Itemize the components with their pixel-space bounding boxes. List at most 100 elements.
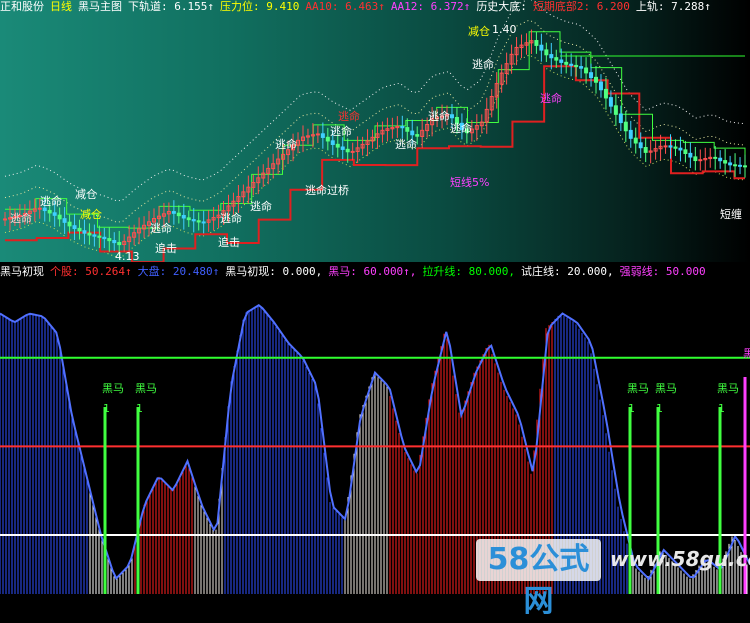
candle-body <box>405 127 410 132</box>
candle-body <box>569 63 574 66</box>
candle-body <box>72 225 77 229</box>
candle-body <box>335 143 340 148</box>
candle-body <box>738 164 743 167</box>
signal-annotation: 短缠 <box>720 207 742 221</box>
candle-body <box>57 214 62 220</box>
right-magenta-label: 黑 <box>743 347 750 360</box>
candle-body <box>718 157 723 162</box>
heima-signal-value: 1 <box>136 402 143 415</box>
support-step-line <box>5 65 745 262</box>
heima-signal-label: 黑马 <box>655 382 677 395</box>
signal-annotation: 逃命 <box>40 194 62 208</box>
candle-body <box>325 136 330 142</box>
candle-body <box>623 121 628 132</box>
main-chart-header: 正和股份 日线 黑马主图 下轨道: 6.155↑ 压力位: 9.410 AA10: 6.4… <box>0 0 717 14</box>
candle-body <box>579 66 584 69</box>
signal-annotation: 逃命 <box>395 137 417 151</box>
signal-annotation: 逃命 <box>275 137 297 151</box>
candle-body <box>713 156 718 159</box>
candle-body <box>559 59 564 63</box>
signal-annotation: 逃命 <box>450 121 472 135</box>
osc-heima-value: 黑马: 60.000↑, <box>328 265 417 278</box>
candle-body <box>683 149 688 155</box>
candle-body <box>549 54 554 59</box>
candle-body <box>52 212 57 216</box>
heima-signal-label: 黑马 <box>717 382 739 395</box>
candle-body <box>340 146 345 150</box>
candle-body <box>449 114 454 119</box>
candle-body <box>539 44 544 51</box>
lower-track-value: 下轨道: 6.155↑ <box>128 0 214 13</box>
candle-body <box>176 212 181 217</box>
oscillator-panel[interactable]: 黑马 1 黑马 1 黑马 1 黑马 1 黑马 1 黑 黑马初现 个股: 50.264↑ 大盘: 20.4… <box>0 262 750 594</box>
candle-body <box>82 230 87 234</box>
mid-band-line <box>4 19 746 223</box>
candle-body <box>668 145 673 148</box>
candle-body <box>107 238 112 242</box>
candle-body <box>201 221 206 224</box>
osc-hmcx-value: 黑马初现: 0.000, <box>225 265 323 278</box>
candle-body <box>633 137 638 144</box>
aa10-value: AA10: 6.463↑ <box>305 0 385 13</box>
candle-body <box>594 76 599 83</box>
candle-body <box>330 140 335 145</box>
candle-body <box>688 152 693 158</box>
osc-shizhuang-value: 试庄线: 20.000, <box>521 265 614 278</box>
candle-body <box>564 61 569 65</box>
heima-signal-value: 1 <box>628 402 635 415</box>
indicator-name: 黑马主图 <box>78 0 122 13</box>
short-bottom-value: 短期底部2: 6.200 <box>532 0 630 13</box>
oscillator-header: 黑马初现 个股: 50.264↑ 大盘: 20.480↑ 黑马初现: 0.000, 黑马… <box>0 265 712 279</box>
low-price-label: 4.13 <box>115 250 140 262</box>
candle-body <box>693 156 698 162</box>
signal-annotation: 逃命 <box>330 124 352 138</box>
pressure-value: 压力位: 9.410 <box>219 0 300 13</box>
osc-lashen-value: 拉升线: 80.000, <box>422 265 516 278</box>
heima-signal-label: 黑马 <box>627 382 649 395</box>
candle-body <box>92 234 97 237</box>
candle-body <box>102 236 107 240</box>
candle-body <box>663 145 668 148</box>
osc-indicator-name: 黑马初现 <box>0 265 44 278</box>
candle-body <box>77 227 82 232</box>
main-chart-panel[interactable]: 逃命 减仓 减仓 逃命 逃命 追击 逃命 追击 逃命 逃命 逃命过桥 逃命 逃命 逃命 逃命 逃命 短线5% 逃命… <box>0 0 750 262</box>
candle-body <box>608 97 613 107</box>
candle-body <box>315 133 320 136</box>
candle-body <box>544 49 549 56</box>
candle-body <box>534 40 539 46</box>
candle-body <box>678 147 683 151</box>
candle-body <box>112 240 117 244</box>
signal-annotation: 短线5% <box>450 175 489 189</box>
heima-signal-label: 黑马 <box>135 382 157 395</box>
signal-annotation: 减仓 <box>75 187 97 201</box>
upper-band-line <box>4 0 746 202</box>
signal-annotation: 逃命 <box>10 211 32 225</box>
candle-body <box>191 219 196 222</box>
candle-body <box>47 209 52 214</box>
candle-body <box>117 242 122 246</box>
candle-body <box>67 221 72 227</box>
candle-body <box>181 215 186 219</box>
candle-body <box>62 218 67 223</box>
signal-annotation: 减仓 <box>468 24 490 38</box>
signal-annotation: 追击 <box>155 241 177 255</box>
peak-price-label: 1.40 <box>492 23 517 36</box>
heima-signal-value: 1 <box>718 402 725 415</box>
candle-body <box>3 218 7 221</box>
candle-body <box>618 113 623 124</box>
heima-signal-label: 黑马 <box>102 382 124 395</box>
candle-body <box>589 72 594 79</box>
candle-body <box>723 160 728 164</box>
hist-bottom-label: 历史大底: <box>476 0 527 13</box>
osc-stock-value: 个股: 50.264↑ <box>50 265 132 278</box>
candle-body <box>97 235 102 238</box>
candle-body <box>87 232 92 236</box>
candle-body <box>584 67 589 74</box>
candle-body <box>733 164 738 167</box>
signal-annotation: 逃命 <box>150 221 172 235</box>
aa12-value: AA12: 6.372↑ <box>390 0 471 13</box>
candle-body <box>415 134 420 137</box>
stock-name: 正和股份 <box>0 0 44 13</box>
heima-signal-value: 1 <box>656 402 663 415</box>
candle-body <box>196 220 201 223</box>
